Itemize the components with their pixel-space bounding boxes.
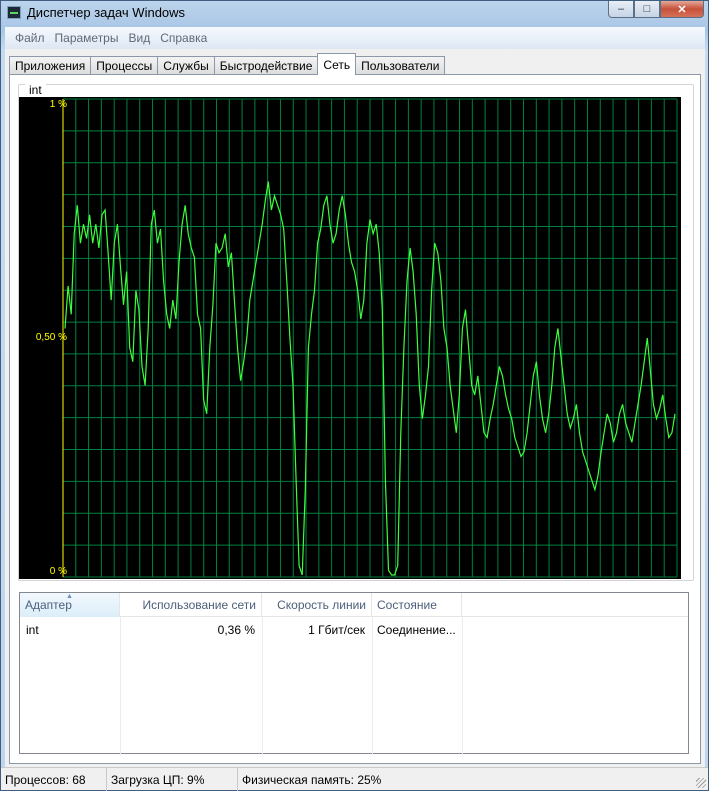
adapter-list: ▲ Адаптер Использование сети Скорость ли… (19, 592, 689, 755)
graph-background (19, 97, 681, 579)
menu-view[interactable]: Вид (124, 31, 156, 45)
cell-utilization: 0,36 % (217, 623, 255, 637)
cell-adapter: int (26, 623, 39, 637)
column-adapter[interactable]: ▲ Адаптер (20, 593, 120, 617)
column-divider (262, 617, 263, 755)
resize-grip-icon[interactable] (696, 778, 706, 788)
column-state[interactable]: Состояние (372, 593, 462, 617)
network-usage-chart (19, 97, 681, 579)
tab-applications[interactable]: Приложения (9, 56, 92, 75)
task-manager-window: Диспетчер задач Windows – □ ✕ Файл Парам… (0, 0, 709, 791)
column-network-utilization[interactable]: Использование сети (120, 593, 262, 617)
tab-strip: Приложения Процессы Службы Быстродействи… (9, 53, 446, 75)
close-button[interactable]: ✕ (660, 1, 704, 18)
status-cpu-usage: Загрузка ЦП: 9% (107, 768, 238, 791)
network-usage-graph: 1 % 0,50 % 0 % (19, 97, 681, 579)
column-divider (462, 617, 463, 755)
y-axis-mid-label: 0,50 % (35, 332, 67, 343)
caption-buttons: – □ ✕ (608, 1, 704, 18)
tab-services[interactable]: Службы (157, 56, 215, 75)
column-divider (120, 617, 121, 755)
graph-adapter-label: int (25, 83, 46, 97)
tab-users[interactable]: Пользователи (355, 56, 446, 75)
tab-networking[interactable]: Сеть (317, 53, 357, 75)
cell-state: Соединение... (377, 623, 456, 637)
column-link-speed[interactable]: Скорость линии (262, 593, 372, 617)
y-axis-top-label: 1 % (49, 99, 67, 110)
client-area: Приложения Процессы Службы Быстродействи… (5, 49, 705, 767)
status-bar: Процессов: 68 Загрузка ЦП: 9% Физическая… (1, 767, 708, 791)
sort-ascending-icon: ▲ (66, 593, 73, 600)
y-axis-bottom-label: 0 % (49, 566, 67, 577)
cell-link-speed: 1 Гбит/сек (308, 623, 365, 637)
window-title: Диспетчер задач Windows (27, 5, 186, 20)
menu-bar: Файл Параметры Вид Справка (5, 27, 705, 49)
menu-options[interactable]: Параметры (51, 31, 125, 45)
tab-processes[interactable]: Процессы (90, 56, 159, 75)
task-manager-app-icon (7, 6, 21, 19)
maximize-button[interactable]: □ (634, 1, 660, 18)
column-divider (372, 617, 373, 755)
minimize-button[interactable]: – (608, 1, 634, 18)
tab-performance[interactable]: Быстродействие (213, 56, 319, 75)
title-bar[interactable]: Диспетчер задач Windows – □ ✕ (1, 1, 708, 25)
status-processes: Процессов: 68 (1, 768, 107, 791)
adapter-list-header: ▲ Адаптер Использование сети Скорость ли… (20, 593, 688, 617)
menu-help[interactable]: Справка (156, 31, 213, 45)
menu-file[interactable]: Файл (11, 31, 51, 45)
status-physical-memory: Физическая память: 25% (242, 773, 382, 787)
